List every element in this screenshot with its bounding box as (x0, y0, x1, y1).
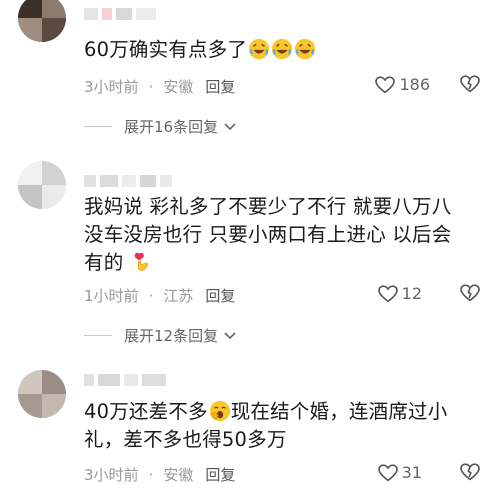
like-count: 31 (401, 463, 422, 482)
like-count: 186 (399, 75, 430, 94)
heart-icon (377, 463, 398, 481)
like-button[interactable]: 31 (377, 463, 422, 482)
expand-replies-button[interactable]: 展开12条回复 (84, 325, 236, 346)
broken-heart-icon[interactable] (460, 75, 480, 93)
laugh-cry-icon (295, 38, 316, 60)
location: 安徽 (163, 78, 194, 96)
avatar[interactable] (18, 370, 66, 418)
divider-line (84, 335, 112, 336)
yawn-icon (209, 400, 230, 422)
chevron-down-icon (224, 331, 236, 339)
timestamp: 3小时前 (84, 78, 139, 96)
comment-meta: 3小时前 · 安徽 回复 (84, 464, 236, 485)
timestamp: 3小时前 (84, 466, 139, 484)
heart-finger-icon (134, 252, 148, 271)
divider-line (84, 126, 112, 127)
broken-heart-icon[interactable] (460, 284, 480, 302)
reply-button[interactable]: 回复 (205, 285, 235, 306)
comment-text: 60万确实有点多了 (84, 36, 484, 64)
comment-meta: 1小时前 · 江苏 回复 (84, 285, 236, 306)
broken-heart-icon[interactable] (460, 463, 480, 481)
location: 安徽 (163, 466, 194, 484)
avatar[interactable] (18, 161, 66, 209)
laugh-cry-icon (249, 38, 270, 60)
heart-icon (377, 284, 398, 302)
laugh-cry-icon (272, 38, 293, 60)
timestamp: 1小时前 (84, 287, 139, 305)
comment-meta: 3小时前 · 安徽 回复 (84, 76, 236, 97)
like-button[interactable]: 12 (377, 284, 422, 303)
heart-icon (375, 75, 396, 93)
avatar[interactable] (18, 0, 66, 42)
location: 江苏 (163, 287, 194, 305)
like-button[interactable]: 186 (375, 75, 430, 94)
chevron-down-icon (224, 122, 236, 130)
comment-text: 我妈说 彩礼多了不要少了不行 就要八万八 没车没房也行 只要小两口有上进心 以后… (84, 195, 452, 274)
username-blurred[interactable] (84, 374, 166, 386)
like-count: 12 (401, 284, 422, 303)
username-blurred[interactable] (84, 8, 156, 20)
expand-replies-button[interactable]: 展开16条回复 (84, 116, 236, 137)
reply-button[interactable]: 回复 (205, 76, 235, 97)
reply-button[interactable]: 回复 (205, 464, 235, 485)
username-blurred[interactable] (84, 175, 172, 187)
comment-text: 40万还差不多 现在结个婚，连酒席过小 礼，差不多也得50多万 (84, 400, 448, 451)
